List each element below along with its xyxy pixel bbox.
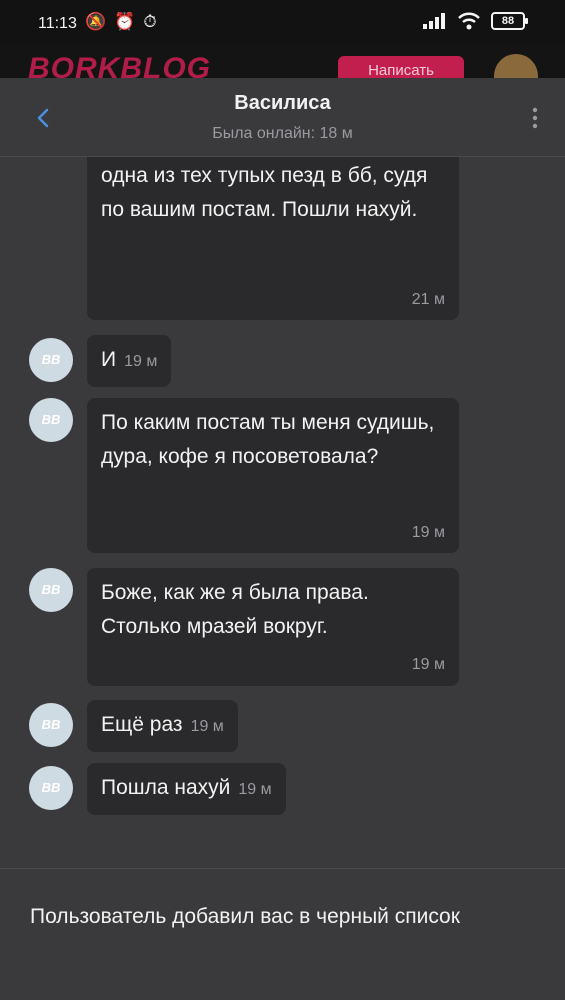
- sender-avatar[interactable]: ВВ: [29, 398, 73, 442]
- message-bubble[interactable]: По каким постам ты меня судишь, дура, ко…: [87, 398, 459, 553]
- mute-icon: 🔕: [85, 12, 107, 31]
- status-bar: 11:13 🔕 ⏰ ⏱ 88: [0, 0, 565, 44]
- alarm-icon: ⏰: [114, 12, 136, 31]
- background-site-header: BORKBLOG Написать: [0, 44, 565, 80]
- sender-avatar[interactable]: ВВ: [29, 338, 73, 382]
- message-bubble[interactable]: Ещё раз 19 м: [87, 700, 238, 752]
- message-time: 21 м: [411, 291, 445, 308]
- message-time: 19 м: [238, 781, 272, 798]
- avatar[interactable]: [494, 54, 538, 80]
- message-time: 19 м: [190, 718, 224, 735]
- status-icons-right: 88: [423, 12, 528, 30]
- chat-modal: Василиса Была онлайн: 18 м не дано понят…: [0, 78, 565, 1000]
- message-bubble[interactable]: И 19 м: [87, 335, 172, 387]
- message-text: Ещё раз: [101, 713, 183, 736]
- write-button[interactable]: Написать: [338, 56, 464, 80]
- more-vertical-icon[interactable]: [524, 104, 546, 132]
- message-bubble[interactable]: Боже, как же я была права. Столько мразе…: [87, 568, 459, 686]
- alarm-icon: ⏱: [143, 12, 157, 31]
- message-bubble[interactable]: Пошла нахуй 19 м: [87, 763, 286, 815]
- message-time: 19 м: [411, 524, 445, 541]
- site-logo: BORKBLOG: [28, 52, 211, 80]
- message-list[interactable]: не дано понять очевидного. Вы одна из те…: [0, 157, 565, 867]
- contact-name[interactable]: Василиса: [0, 92, 565, 115]
- battery-icon: 88: [491, 12, 528, 30]
- wifi-icon: [458, 12, 480, 30]
- message-text: Боже, как же я была права. Столько мразе…: [101, 581, 369, 638]
- contact-status: Была онлайн: 18 м: [212, 125, 353, 142]
- sender-avatar[interactable]: ВВ: [29, 766, 73, 810]
- message-text: И: [101, 348, 117, 371]
- message-time: 19 м: [124, 353, 158, 370]
- signal-icon: [423, 13, 445, 29]
- message-text: По каким постам ты меня судишь, дура, ко…: [101, 411, 435, 468]
- message-text: Пошла нахуй: [101, 776, 231, 799]
- sender-avatar[interactable]: ВВ: [29, 568, 73, 612]
- message-time: 19 м: [411, 656, 445, 673]
- chat-header: Василиса Была онлайн: 18 м: [0, 78, 565, 157]
- sender-avatar[interactable]: ВВ: [29, 703, 73, 747]
- footer-divider: [0, 868, 565, 869]
- message-bubble[interactable]: не дано понять очевидного. Вы одна из те…: [87, 157, 459, 320]
- message-text: не дано понять очевидного. Вы одна из те…: [101, 164, 428, 221]
- clock: 11:13: [38, 15, 77, 32]
- blocked-notice: Пользователь добавил вас в черный список: [30, 905, 460, 928]
- status-icons-left: 🔕 ⏰ ⏱: [85, 12, 157, 32]
